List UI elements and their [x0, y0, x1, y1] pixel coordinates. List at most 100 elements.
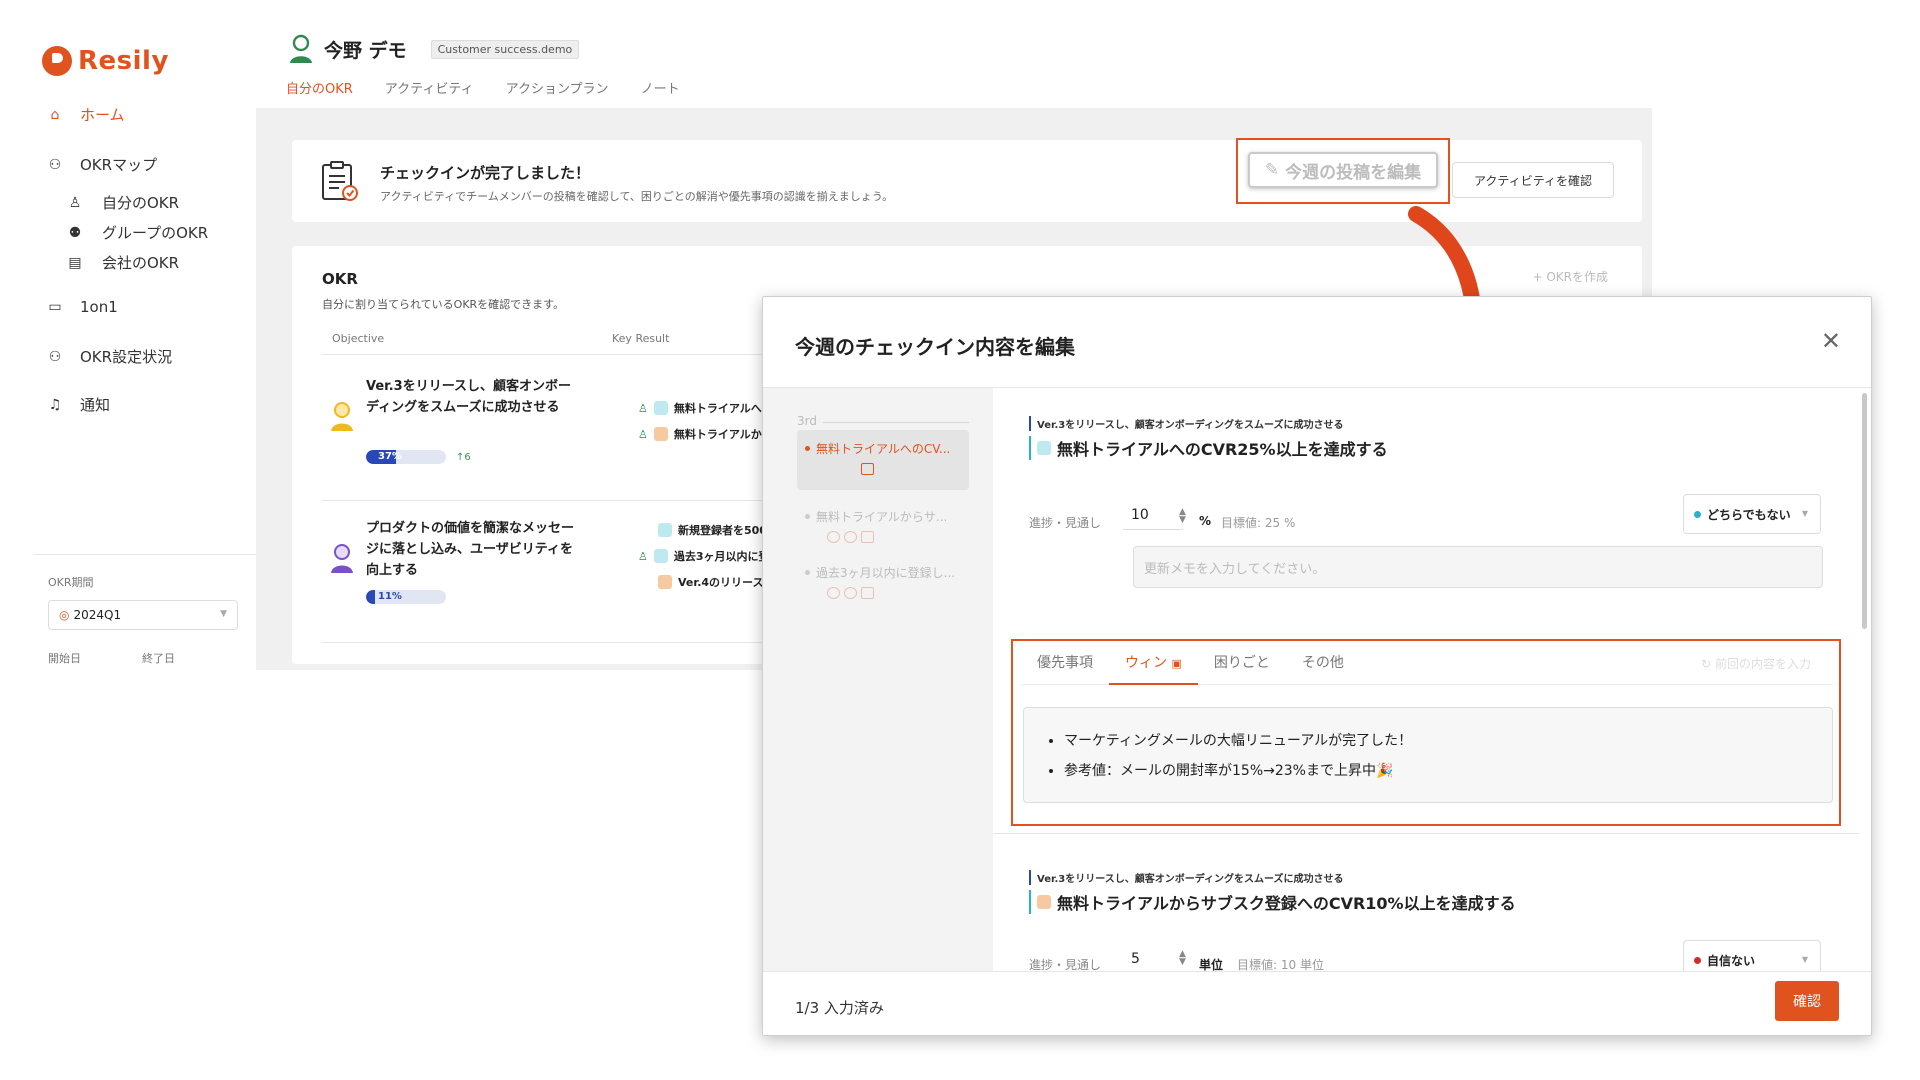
sidebar-item-label: ホーム — [80, 106, 125, 124]
house-icon — [658, 523, 672, 537]
scrollbar[interactable] — [1862, 393, 1867, 629]
kr-tab-list: 3rd 無料トライアルへのCV... 無料トライアルからサ... 過去3ヶ月以内… — [763, 388, 993, 971]
chat-icon — [861, 587, 874, 599]
stepper-icon[interactable]: ▲ ▼ — [1179, 950, 1186, 967]
sidebar-item-group-okr[interactable]: ⚉ グループのOKR — [66, 222, 208, 243]
kr-title-text: 無料トライアルへのCVR25%以上を達成する — [1057, 440, 1388, 459]
users-icon: ⚇ — [48, 348, 62, 365]
chevron-down-icon: ▼ — [220, 609, 227, 619]
chat-icon — [861, 463, 874, 475]
confidence-select[interactable]: 自信ない ▼ — [1683, 940, 1821, 971]
sidebar-item-label: OKRマップ — [80, 156, 158, 174]
progress-value-input[interactable]: 5 — [1123, 944, 1183, 971]
kr-tab-2[interactable]: 無料トライアルからサ... — [797, 498, 969, 543]
kr-tab-3[interactable]: 過去3ヶ月以内に登録し... — [797, 554, 969, 599]
logo-text: Resily — [78, 46, 169, 76]
chat-icon: ▣ — [1171, 657, 1182, 670]
priority-icon — [827, 531, 840, 543]
sidebar-item-label: 自分のOKR — [102, 194, 180, 212]
progress-value-input[interactable]: 10 — [1123, 500, 1183, 530]
sidebar-item-my-okr[interactable]: ♙ 自分のOKR — [66, 192, 179, 213]
sidebar-item-company-okr[interactable]: ▤ 会社のOKR — [66, 252, 179, 273]
kr-tab-1[interactable]: 無料トライアルへのCV... — [797, 430, 969, 490]
win-text-editor[interactable]: マーケティングメールの大幅リニューアルが完了した！ 参考値：メールの開封率が15… — [1023, 707, 1833, 803]
kr-objective-label: Ver.3をリリースし、顧客オンボーディングをスムーズに成功させる — [1029, 870, 1344, 885]
bullet-item: マーケティングメールの大幅リニューアルが完了した！ — [1064, 726, 1832, 756]
dot-icon — [805, 514, 810, 519]
sidebar-divider — [34, 554, 256, 555]
chevron-down-icon: ▼ — [1801, 509, 1808, 518]
kr-title: 無料トライアルからサブスク登録へのCVR10%以上を達成する — [1029, 890, 1516, 914]
female-avatar-icon — [331, 402, 353, 431]
tab-priority[interactable]: 優先事項 — [1021, 649, 1109, 685]
user-icon: ♙ — [638, 401, 648, 415]
logo-mark-icon — [42, 46, 72, 76]
pencil-icon: ✎ — [1264, 160, 1280, 180]
sidebar-item-label: 1on1 — [80, 298, 118, 316]
sidebar-item-home[interactable]: ⌂ ホーム — [46, 104, 125, 125]
okr-period-select[interactable]: ◎ 2024Q1 ▼ — [48, 600, 238, 630]
resily-logo[interactable]: Resily — [42, 46, 169, 76]
user-icon: ♙ — [638, 549, 648, 563]
rocket-icon — [1037, 895, 1051, 909]
active-dot-icon — [805, 446, 810, 451]
user-icon: ♙ — [638, 427, 648, 441]
house-icon — [1037, 441, 1051, 455]
bell-icon: ♫ — [48, 396, 62, 413]
week-label: 3rd — [797, 414, 817, 428]
chat-icon — [861, 531, 874, 543]
key-result-item[interactable]: ♙ 無料トライアルから — [638, 426, 773, 442]
check-activity-button[interactable]: アクティビティを確認 — [1452, 162, 1614, 198]
home-icon: ⌂ — [50, 106, 60, 123]
tab-other[interactable]: その他 — [1286, 649, 1360, 685]
target-icon: ◎ — [59, 608, 70, 622]
status-dot-icon — [1694, 956, 1701, 964]
confidence-select[interactable]: どちらでもない ▼ — [1683, 494, 1821, 534]
modal-title: 今週のチェックイン内容を編集 — [795, 335, 1075, 359]
status-dot-icon — [1694, 510, 1701, 518]
sidebar-item-1on1[interactable]: ▭ 1on1 — [46, 298, 118, 316]
chevron-down-icon: ▼ — [1801, 955, 1808, 964]
objective-text: Ver.3をリリースし、顧客オンボーディングをスムーズに成功させる — [366, 379, 572, 415]
confirm-button[interactable]: 確認 — [1775, 981, 1839, 1021]
chat-icon: ▭ — [48, 299, 62, 315]
confidence-value: どちらでもない — [1707, 507, 1791, 522]
close-icon[interactable]: ✕ — [1821, 327, 1841, 355]
edit-button-highlight: ✎ 今週の投稿を編集 — [1236, 138, 1450, 204]
building-icon: ▤ — [68, 254, 82, 271]
sidebar: Resily ⌂ ホーム ⚇ OKRマップ ♙ 自分のOKR ⚉ グループのOK… — [0, 0, 256, 670]
female-avatar-icon — [331, 544, 353, 573]
refresh-icon: ↻ — [1701, 657, 1712, 671]
user-icon: ♙ — [68, 194, 82, 211]
tab-win[interactable]: ウィン ▣ — [1109, 649, 1198, 685]
key-result-column-header: Key Result — [612, 332, 670, 345]
clipboard-check-icon — [322, 161, 358, 201]
edit-checkin-modal: 今週のチェックイン内容を編集 ✕ 3rd 無料トライアルへのCV... 無料トラ… — [762, 296, 1872, 1036]
key-result-item[interactable]: ♙ 過去3ヶ月以内に登録 — [638, 548, 781, 564]
kr-section-divider — [993, 833, 1859, 834]
kr-tab-label: 無料トライアルからサ... — [816, 510, 948, 524]
update-memo-input[interactable]: 更新メモを入力してください。 — [1133, 546, 1823, 588]
key-result-item[interactable]: ♙ 無料トライアルへのC — [638, 400, 781, 416]
tab-trouble[interactable]: 困りごと — [1198, 649, 1286, 685]
copy-previous-label: 前回の内容を入力 — [1714, 657, 1811, 671]
rocket-icon — [658, 575, 672, 589]
sidebar-item-okr-map[interactable]: ⚇ OKRマップ — [46, 154, 157, 175]
progress-text: 11% — [378, 591, 402, 602]
sidebar-item-okr-status[interactable]: ⚇ OKR設定状況 — [46, 346, 172, 367]
input-progress-text: 1/3 入力済み — [795, 999, 884, 1017]
user-name: 今野 デモ — [324, 39, 407, 62]
stepper-icon[interactable]: ▲ ▼ — [1179, 508, 1186, 525]
kr-edit-panel: Ver.3をリリースし、顧客オンボーディングをスムーズに成功させる 無料トライア… — [993, 388, 1859, 971]
checkin-description: アクティビティでチームメンバーの投稿を確認して、困りごとの解消や優先事項の認識を… — [380, 190, 894, 203]
user-badge: Customer success.demo — [430, 39, 580, 59]
sidebar-item-label: 会社のOKR — [102, 254, 180, 272]
sidebar-item-notifications[interactable]: ♫ 通知 — [46, 394, 110, 415]
copy-previous-button[interactable]: ↻ 前回の内容を入力 — [1701, 655, 1811, 672]
dot-icon — [805, 570, 810, 575]
kr-tab-label: 無料トライアルへのCV... — [816, 442, 951, 456]
edit-weekly-post-button[interactable]: ✎ 今週の投稿を編集 — [1248, 152, 1438, 188]
okr-section-title: OKR — [322, 270, 358, 288]
trouble-icon — [844, 531, 857, 543]
checkin-title: チェックインが完了しました！ — [380, 164, 591, 182]
